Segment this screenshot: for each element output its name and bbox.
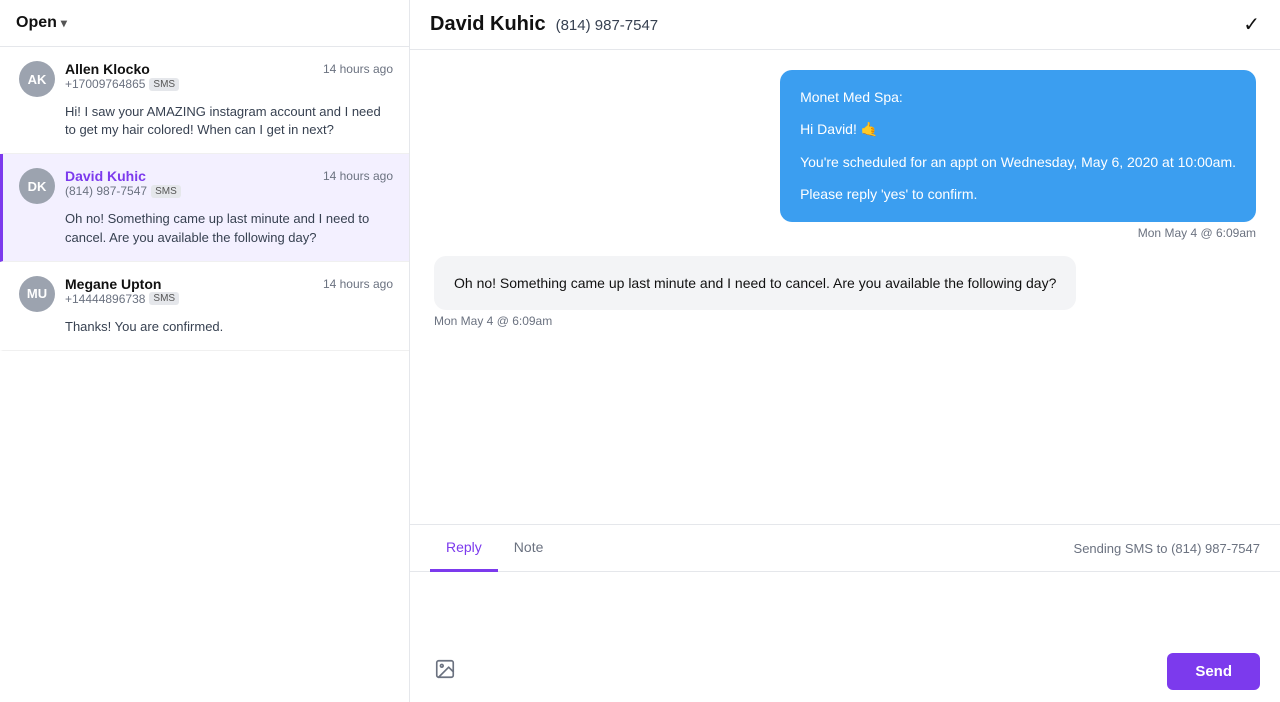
conversation-list: AK Allen Klocko 14 hours ago +1700976486… — [0, 47, 409, 702]
tab-note[interactable]: Note — [498, 525, 560, 572]
message-line: Hi David! 🤙 — [800, 118, 1236, 140]
conv-time: 14 hours ago — [323, 62, 393, 76]
conv-preview: Hi! I saw your AMAZING instagram account… — [19, 103, 393, 139]
header-title: David Kuhic (814) 987-7547 — [430, 13, 658, 36]
check-icon[interactable]: ✓ — [1243, 12, 1260, 37]
conv-preview: Thanks! You are confirmed. — [19, 318, 393, 336]
reply-input-area — [410, 572, 1280, 645]
message-text: Oh no! Something came up last minute and… — [454, 275, 1056, 291]
reply-area: Reply Note Sending SMS to (814) 987-7547… — [410, 524, 1280, 702]
sms-badge: SMS — [149, 78, 179, 91]
conv-meta: Allen Klocko 14 hours ago +17009764865 S… — [65, 61, 393, 91]
right-panel: David Kuhic (814) 987-7547 ✓ Monet Med S… — [410, 0, 1280, 702]
message-line: You're scheduled for an appt on Wednesda… — [800, 151, 1236, 173]
conversation-item[interactable]: DK David Kuhic 14 hours ago (814) 987-75… — [0, 154, 409, 261]
conv-meta: David Kuhic 14 hours ago (814) 987-7547 … — [65, 168, 393, 198]
message-line: Please reply 'yes' to confirm. — [800, 183, 1236, 205]
outbound-message: Monet Med Spa: Hi David! 🤙 You're schedu… — [780, 70, 1256, 240]
contact-name: David Kuhic — [65, 168, 146, 184]
image-icon — [434, 658, 456, 680]
conv-time: 14 hours ago — [323, 169, 393, 183]
avatar: MU — [19, 276, 55, 312]
message-timestamp: Mon May 4 @ 6:09am — [780, 226, 1256, 240]
reply-footer: Send — [410, 645, 1280, 702]
reply-tabs: Reply Note Sending SMS to (814) 987-7547 — [410, 525, 1280, 572]
contact-name: Megane Upton — [65, 276, 161, 292]
message-bubble-outbound: Monet Med Spa: Hi David! 🤙 You're schedu… — [780, 70, 1256, 222]
sms-badge: SMS — [151, 185, 181, 198]
messages-area: Monet Med Spa: Hi David! 🤙 You're schedu… — [410, 50, 1280, 524]
conv-time: 14 hours ago — [323, 277, 393, 291]
right-header: David Kuhic (814) 987-7547 ✓ — [410, 0, 1280, 50]
tab-reply[interactable]: Reply — [430, 525, 498, 572]
contact-phone: (814) 987-7547 SMS — [65, 184, 393, 198]
message-bubble-inbound: Oh no! Something came up last minute and… — [434, 256, 1076, 310]
sending-info: Sending SMS to (814) 987-7547 — [1074, 541, 1260, 556]
chevron-down-icon: ▾ — [61, 16, 67, 30]
send-button[interactable]: Send — [1167, 653, 1260, 690]
attach-image-button[interactable] — [430, 654, 460, 689]
contact-phone: +14444896738 SMS — [65, 292, 393, 306]
tabs-left: Reply Note — [430, 525, 559, 571]
contact-name-header: David Kuhic — [430, 13, 546, 36]
avatar: AK — [19, 61, 55, 97]
left-panel: Open ▾ AK Allen Klocko 14 hours ago +170… — [0, 0, 410, 702]
open-label: Open — [16, 14, 57, 32]
open-dropdown-button[interactable]: Open ▾ — [16, 14, 67, 32]
contact-phone: +17009764865 SMS — [65, 77, 393, 91]
left-header: Open ▾ — [0, 0, 409, 47]
inbound-message: Oh no! Something came up last minute and… — [434, 256, 1076, 328]
message-timestamp: Mon May 4 @ 6:09am — [434, 314, 1076, 328]
contact-phone-header: (814) 987-7547 — [556, 17, 659, 34]
avatar: DK — [19, 168, 55, 204]
conversation-item[interactable]: AK Allen Klocko 14 hours ago +1700976486… — [0, 47, 409, 154]
message-line: Monet Med Spa: — [800, 86, 1236, 108]
reply-textarea[interactable] — [430, 584, 1260, 634]
conversation-item[interactable]: MU Megane Upton 14 hours ago +1444489673… — [0, 262, 409, 351]
contact-name: Allen Klocko — [65, 61, 150, 77]
sms-badge: SMS — [149, 292, 179, 305]
conv-meta: Megane Upton 14 hours ago +14444896738 S… — [65, 276, 393, 306]
conv-preview: Oh no! Something came up last minute and… — [19, 210, 393, 246]
